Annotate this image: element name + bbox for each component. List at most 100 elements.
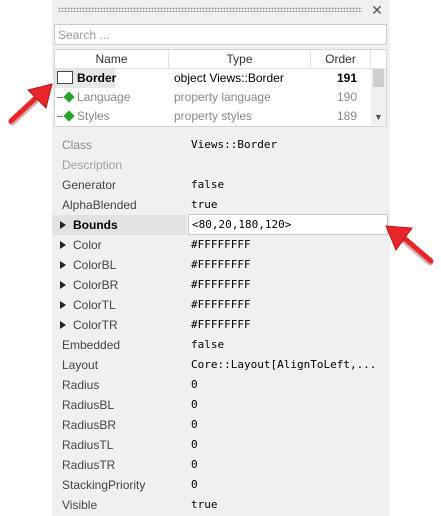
property-row-generator[interactable]: Generator false [52, 175, 390, 195]
property-label: ColorBR [73, 278, 119, 292]
tree-row-type: object Views::Border [174, 71, 284, 85]
property-value[interactable]: true [190, 495, 390, 515]
property-diamond-icon [63, 91, 75, 103]
property-row-colorbr[interactable]: ColorBR #FFFFFFFF [52, 275, 390, 295]
property-name: Visible [62, 498, 98, 512]
property-row-radiusbr[interactable]: RadiusBR 0 [52, 415, 390, 435]
tree-row-order: 190 [336, 90, 357, 104]
tree-row-order: 191 [336, 71, 357, 85]
tree-row-name: Border [77, 71, 117, 85]
property-value[interactable]: #FFFFFFFF [190, 315, 390, 335]
property-row-colortr[interactable]: ColorTR #FFFFFFFF [52, 315, 390, 335]
property-value[interactable]: false [190, 335, 390, 355]
property-name: Embedded [62, 338, 121, 352]
property-row-radiustl[interactable]: RadiusTL 0 [52, 435, 390, 455]
property-value[interactable]: #FFFFFFFF [190, 235, 390, 255]
property-name: Radius [62, 378, 100, 392]
property-name: Layout [62, 358, 99, 372]
property-value[interactable] [190, 155, 390, 175]
property-name: RadiusTL [62, 438, 114, 452]
property-value[interactable]: 0 [190, 395, 390, 415]
tree-row-type: property language [174, 90, 271, 104]
tree-row-border[interactable]: Border object Views::Border 191 [55, 69, 371, 88]
tree-connector [57, 116, 63, 117]
search-input[interactable] [54, 24, 387, 45]
property-diamond-icon [63, 110, 75, 122]
border-object-icon [57, 71, 73, 84]
panel-grip[interactable]: ✕ [52, 0, 390, 20]
column-header-order[interactable]: Order [311, 50, 371, 69]
tree-row-type: property styles [174, 109, 253, 123]
property-value[interactable]: true [190, 195, 390, 215]
property-value[interactable]: 0 [190, 475, 390, 495]
property-label: ColorBL [73, 258, 117, 272]
expand-triangle-icon[interactable] [60, 281, 66, 289]
tree-header: Name Type Order [55, 50, 386, 69]
property-row-colortl[interactable]: ColorTL #FFFFFFFF [52, 295, 390, 315]
property-row-bounds[interactable]: Bounds <80,20,180,120> [52, 214, 390, 235]
tree-row-order: 189 [336, 109, 357, 123]
property-name: Description [62, 158, 123, 172]
property-row-visible[interactable]: Visible true [52, 495, 390, 515]
property-name-selected: Bounds [52, 215, 186, 235]
bounds-value-editor[interactable]: <80,20,180,120> [188, 214, 388, 235]
property-value[interactable]: #FFFFFFFF [190, 295, 390, 315]
property-value[interactable]: Core::Layout[AlignToLeft,... [190, 355, 390, 375]
property-row-layout[interactable]: Layout Core::Layout[AlignToLeft,... [52, 355, 390, 375]
expand-triangle-icon[interactable] [60, 241, 66, 249]
tree-row-styles[interactable]: Styles property styles 189 [55, 107, 371, 126]
tree-connector [57, 97, 63, 98]
member-tree: Name Type Order Border object Views::Bor… [54, 49, 387, 127]
annotation-arrow-icon [8, 83, 53, 126]
property-name: ColorBL [52, 255, 186, 275]
property-value[interactable]: Views::Border [190, 135, 390, 155]
property-value[interactable]: false [190, 175, 390, 195]
scrollbar-thumb[interactable] [373, 69, 384, 87]
column-header-type[interactable]: Type [169, 50, 311, 69]
column-header-name[interactable]: Name [55, 50, 169, 69]
property-label: ColorTL [73, 298, 116, 312]
tree-row-name: Language [77, 90, 131, 104]
property-value[interactable]: 0 [190, 455, 390, 475]
property-value[interactable]: #FFFFFFFF [190, 275, 390, 295]
property-value[interactable]: #FFFFFFFF [190, 255, 390, 275]
property-name: ColorBR [52, 275, 186, 295]
property-name: RadiusTR [62, 458, 116, 472]
property-name: Class [62, 138, 93, 152]
close-icon[interactable]: ✕ [369, 2, 385, 18]
grip-dots [58, 7, 362, 12]
property-label: Bounds [73, 218, 118, 232]
property-grid: Class Views::Border Description Generato… [52, 135, 390, 515]
property-name: StackingPriority [62, 478, 146, 492]
property-name: AlphaBlended [62, 198, 137, 212]
tree-scrollbar[interactable]: ▼ [371, 69, 386, 126]
property-row-class[interactable]: Class Views::Border [52, 135, 390, 155]
property-name: ColorTL [52, 295, 186, 315]
chevron-down-icon[interactable]: ▼ [374, 113, 383, 122]
annotation-arrow-icon [385, 225, 434, 266]
property-name: Generator [62, 178, 117, 192]
property-row-colorbl[interactable]: ColorBL #FFFFFFFF [52, 255, 390, 275]
expand-triangle-icon[interactable] [60, 301, 66, 309]
property-row-embedded[interactable]: Embedded false [52, 335, 390, 355]
property-row-description[interactable]: Description [52, 155, 390, 175]
property-name: RadiusBL [62, 398, 115, 412]
property-row-alphablended[interactable]: AlphaBlended true [52, 195, 390, 215]
property-name: Color [52, 235, 186, 255]
property-row-radiusbl[interactable]: RadiusBL 0 [52, 395, 390, 415]
inspector-panel: ✕ Name Type Order Border object Views::B… [52, 0, 390, 516]
tree-row-language[interactable]: Language property language 190 [55, 88, 371, 107]
expand-triangle-icon[interactable] [60, 321, 66, 329]
property-value[interactable]: 0 [190, 375, 390, 395]
expand-triangle-icon[interactable] [60, 261, 66, 269]
property-label: Color [73, 238, 102, 252]
property-value[interactable]: 0 [190, 435, 390, 455]
property-row-color[interactable]: Color #FFFFFFFF [52, 235, 390, 255]
property-row-stackingpriority[interactable]: StackingPriority 0 [52, 475, 390, 495]
property-row-radiustr[interactable]: RadiusTR 0 [52, 455, 390, 475]
property-value[interactable]: 0 [190, 415, 390, 435]
property-name: ColorTR [52, 315, 186, 335]
property-row-radius[interactable]: Radius 0 [52, 375, 390, 395]
property-label: ColorTR [73, 318, 118, 332]
expand-triangle-icon[interactable] [60, 221, 66, 229]
